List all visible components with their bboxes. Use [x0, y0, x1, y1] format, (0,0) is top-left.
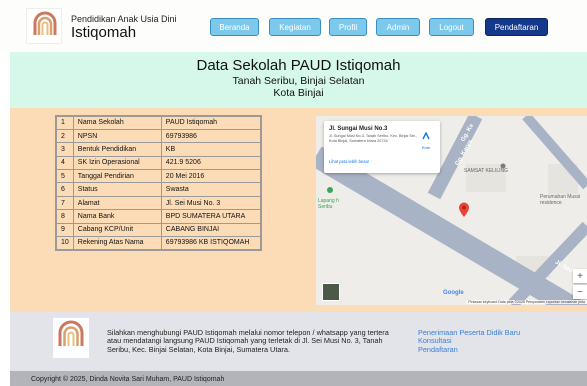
row-number: 10 — [55, 236, 74, 251]
table-row: 2 NPSN 69793986 — [55, 128, 262, 144]
banner-city-line: Kota Binjai — [273, 87, 324, 99]
map-shortcuts-link[interactable]: Pintasan keyboard — [468, 300, 497, 304]
row-number: 7 — [55, 195, 74, 211]
row-number: 5 — [55, 169, 74, 184]
nav-kegiatan-button[interactable]: Kegiatan — [269, 18, 321, 36]
row-field: Nama Sekolah — [72, 115, 162, 130]
route-icon — [422, 131, 430, 140]
route-button[interactable]: Rute — [420, 127, 432, 150]
nav-beranda-button[interactable]: Beranda — [210, 18, 259, 36]
copyright-bar: Copyright © 2025, Dinda Novita Sari Muha… — [10, 371, 587, 386]
page-title: Data Sekolah PAUD Istiqomah — [196, 57, 401, 74]
table-row: 8 Nama Bank BPD SUMATERA UTARA — [55, 209, 262, 224]
row-field: SK Izin Operasional — [72, 155, 162, 171]
embedded-map[interactable]: Jl. Sungai Musi No.3 Jl. Sungai Musi No.… — [316, 116, 587, 305]
brand-title: Istiqomah — [71, 24, 137, 41]
map-label-samsat: SAMSAT KELILING — [464, 168, 508, 174]
row-number: 4 — [55, 155, 74, 171]
footer-logo-icon — [58, 320, 84, 346]
school-logo-icon — [33, 11, 57, 35]
row-number: 3 — [55, 142, 74, 157]
map-zoom-out-button[interactable]: − — [573, 285, 587, 299]
table-row: 7 Alamat Jl. Sei Musi No. 3 — [55, 195, 262, 211]
row-field: Nama Bank — [72, 209, 162, 224]
map-terms-link[interactable]: Persyaratan — [526, 300, 545, 304]
main-section: 1 Nama Sekolah PAUD Istiqomah 2 NPSN 6979398… — [10, 108, 587, 312]
row-value: 421.9 5206 — [160, 155, 262, 171]
footer-links: Penerimaan Peserta Didik Baru Konsultasi… — [418, 328, 520, 354]
table-row: 3 Bentuk Pendidikan KB — [55, 142, 262, 157]
map-report-link[interactable]: Laporkan kesalahan peta — [546, 300, 585, 304]
nav-pendaftaran-button[interactable]: Pendaftaran — [485, 18, 548, 36]
footer-contact-text: Silahkan menghubungi PAUD Istiqomah mela… — [107, 328, 389, 354]
footer-link-pendaftaran[interactable]: Pendaftaran — [418, 345, 520, 354]
nav-admin-button[interactable]: Admin — [376, 18, 420, 36]
larger-map-link[interactable]: Lihat peta lebih besar — [329, 159, 369, 164]
row-field: Cabang KCP/Unit — [72, 222, 162, 238]
map-zoom-in-button[interactable]: + — [573, 269, 587, 283]
row-field: Rekening Atas Nama — [72, 236, 162, 251]
table-row: 10 Rekening Atas Nama 69793986 KB ISTIQOMA… — [55, 236, 262, 251]
nav-profil-button[interactable]: Profil — [329, 18, 367, 36]
row-value: 20 Mei 2016 — [160, 169, 262, 184]
table-row: 4 SK Izin Operasional 421.9 5206 — [55, 155, 262, 171]
map-pin-icon[interactable] — [458, 202, 470, 218]
google-logo: Google — [443, 290, 464, 296]
table-row: 1 Nama Sekolah PAUD Istiqomah — [55, 115, 262, 130]
table-row: 5 Tanggal Pendirian 20 Mei 2016 — [55, 169, 262, 184]
brand-subtitle: Pendidikan Anak Usia Dini — [71, 14, 177, 24]
route-label: Rute — [421, 145, 431, 150]
row-value: PAUD Istiqomah — [160, 115, 262, 130]
row-field: NPSN — [72, 128, 162, 144]
map-label-lapang: Lapang h Seribu — [318, 198, 339, 210]
table-row: 6 Status Swasta — [55, 182, 262, 197]
row-value: 69793986 KB ISTIQOMAH — [160, 236, 262, 251]
row-value: BPD SUMATERA UTARA — [160, 209, 262, 224]
row-number: 9 — [55, 222, 74, 238]
map-data-text: Data peta ©2025 — [498, 300, 525, 304]
map-label-perumahan: Perumahan Mussi residence — [540, 194, 581, 206]
row-value: KB — [160, 142, 262, 157]
row-field: Bentuk Pendidikan — [72, 142, 162, 157]
row-value: Swasta — [160, 182, 262, 197]
nav-logout-button[interactable]: Logout — [429, 18, 474, 36]
footer-logo — [53, 318, 89, 358]
banner-location-line: Tanah Seribu, Binjai Selatan — [232, 75, 365, 87]
row-number: 8 — [55, 209, 74, 224]
header: Pendidikan Anak Usia Dini Istiqomah Bera… — [0, 0, 587, 52]
title-banner: Data Sekolah PAUD Istiqomah Tanah Seribu… — [10, 52, 587, 108]
map-place-title: Jl. Sungai Musi No.3 — [329, 126, 388, 132]
row-field: Tanggal Pendirian — [72, 169, 162, 184]
map-attribution: Pintasan keyboard Data peta ©2025 Persya… — [466, 300, 587, 304]
row-number: 1 — [55, 115, 74, 130]
map-place-address: Jl. Sungai Musi No.3, Tanah Seribu, Kec.… — [329, 134, 417, 143]
row-field: Alamat — [72, 195, 162, 211]
school-logo[interactable] — [26, 8, 62, 44]
row-value: CABANG BINJAI — [160, 222, 262, 238]
copyright-text: Copyright © 2025, Dinda Novita Sari Muha… — [31, 376, 225, 383]
row-field: Status — [72, 182, 162, 197]
table-row: 9 Cabang KCP/Unit CABANG BINJAI — [55, 222, 262, 238]
row-value: Jl. Sei Musi No. 3 — [160, 195, 262, 211]
school-data-table: 1 Nama Sekolah PAUD Istiqomah 2 NPSN 6979398… — [55, 115, 263, 251]
map-satellite-toggle[interactable] — [322, 283, 340, 301]
row-number: 2 — [55, 128, 74, 144]
row-number: 6 — [55, 182, 74, 197]
row-value: 69793986 — [160, 128, 262, 144]
map-place-card: Jl. Sungai Musi No.3 Jl. Sungai Musi No.… — [324, 121, 440, 173]
footer: Silahkan menghubungi PAUD Istiqomah mela… — [10, 312, 587, 371]
